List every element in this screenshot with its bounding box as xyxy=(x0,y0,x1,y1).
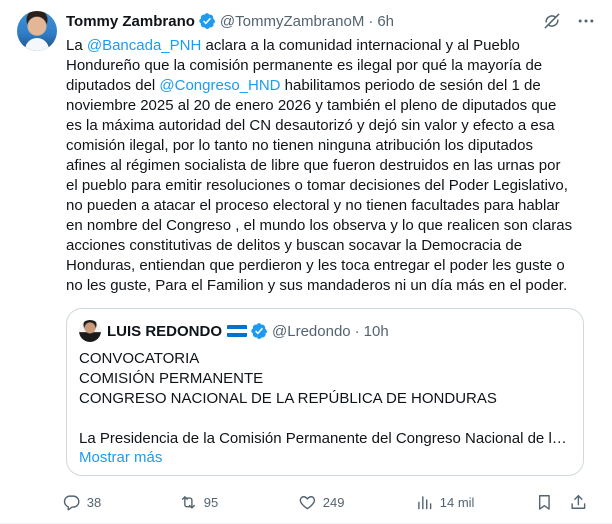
tweet-text-line: Honduras, entiendan que perdieron y les … xyxy=(66,256,600,276)
tweet-text-segment: diputados del xyxy=(66,77,160,94)
tweet-text-segment: el pueblo para emitir resoluciones o tom… xyxy=(66,177,568,194)
verified-badge-icon xyxy=(251,323,268,339)
repost-icon xyxy=(181,495,195,509)
tweet-text-segment: noviembre 2025 al 20 de enero 2026 y tam… xyxy=(66,97,557,114)
mention-link[interactable]: @Bancada_PNH xyxy=(87,37,201,54)
like-count: 249 xyxy=(322,494,345,510)
tweet-text-segment: La xyxy=(66,37,87,54)
tweet-text-segment: habilitamos periodo de sesión del 1 de xyxy=(280,77,541,94)
tweet-text-line: no pueden a atacar el proceso electoral … xyxy=(66,196,600,216)
separator-dot: · xyxy=(354,322,360,340)
heart-icon xyxy=(299,495,316,509)
tweet-text-segment: no les guste, Para el Familion y sus man… xyxy=(66,277,568,294)
quoted-text-line: COMISIÓN PERMANENTE xyxy=(79,370,264,387)
quoted-author-avatar xyxy=(79,320,101,342)
tweet-header: Tommy Zambrano @TommyZambranoM · 6h xyxy=(66,11,394,31)
tweet-text-segment: en nombre del Congreso , el mundo los ob… xyxy=(66,217,573,234)
tweet-text-line: noviembre 2025 al 20 de enero 2026 y tam… xyxy=(66,96,600,116)
tweet-text-segment: afines al régimen socialista de libre qu… xyxy=(66,157,561,174)
tweet-text: La @Bancada_PNH aclara a la comunidad in… xyxy=(66,36,600,296)
show-more-link[interactable]: Mostrar más xyxy=(79,449,162,466)
like-button[interactable]: 249 xyxy=(298,489,344,515)
tweet-text-line: La @Bancada_PNH aclara a la comunidad in… xyxy=(66,36,600,56)
honduras-flag-icon xyxy=(227,325,248,337)
repost-count: 95 xyxy=(203,494,219,510)
author-avatar[interactable] xyxy=(17,11,57,51)
tweet-text-segment: acciones constitutivas de delitos y busc… xyxy=(66,237,523,254)
reply-count: 38 xyxy=(86,494,102,510)
quoted-text-line: La Presidencia de la Comisión Permanente… xyxy=(79,430,567,447)
quoted-author-name: LUIS REDONDO xyxy=(107,322,223,340)
repost-button[interactable]: 95 xyxy=(179,489,218,515)
tweet-text-line: no les guste, Para el Familion y sus man… xyxy=(66,276,600,296)
views-button[interactable]: 14 mil xyxy=(415,489,474,515)
share-icon xyxy=(571,494,586,509)
views-chart-icon xyxy=(418,495,432,509)
verified-badge-icon xyxy=(199,13,216,29)
quoted-text-blank-line xyxy=(79,409,575,429)
quoted-tweet-text: CONVOCATORIA COMISIÓN PERMANENTE CONGRES… xyxy=(79,349,575,449)
tweet-text-segment: aclara a la comunidad internacional y al… xyxy=(201,37,520,54)
tweet-top-actions xyxy=(542,11,596,31)
tweet-text-segment: es la máxima autoridad del CN desautoriz… xyxy=(66,117,555,134)
quoted-tweet-header: LUIS REDONDO @Lredondo · 10h xyxy=(79,320,389,342)
tweet-text-line: es la máxima autoridad del CN desautoriz… xyxy=(66,116,600,136)
grok-icon[interactable] xyxy=(542,11,562,31)
author-handle[interactable]: @TommyZambranoM xyxy=(220,13,364,30)
tweet-text-segment: Hondureño que la comisión permanente es … xyxy=(66,57,543,74)
bookmark-icon xyxy=(538,494,550,510)
tweet-text-line: el pueblo para emitir resoluciones o tom… xyxy=(66,176,600,196)
quoted-tweet[interactable]: LUIS REDONDO @Lredondo · 10h CONVOCATORI… xyxy=(66,308,584,476)
views-count: 14 mil xyxy=(439,494,475,510)
tweet-text-line: en nombre del Congreso , el mundo los ob… xyxy=(66,216,600,236)
mention-link[interactable]: @Congreso_HND xyxy=(159,77,280,94)
more-icon[interactable] xyxy=(576,11,596,31)
tweet-text-line: acciones constitutivas de delitos y busc… xyxy=(66,236,600,256)
separator-dot: · xyxy=(368,12,374,30)
tweet-text-line: comisión ilegal, por lo tanto no tienen … xyxy=(66,136,600,156)
share-button[interactable] xyxy=(569,489,588,515)
reply-button[interactable]: 38 xyxy=(62,489,101,515)
quoted-text-line: CONVOCATORIA xyxy=(79,350,200,367)
tweet-text-segment: no pueden a atacar el proceso electoral … xyxy=(66,197,560,214)
tweet-text-segment: comisión ilegal, por lo tanto no tienen … xyxy=(66,137,533,154)
quoted-text-line: CONGRESO NACIONAL DE LA REPÚBLICA DE HON… xyxy=(79,390,497,407)
tweet-actions-bar: 38 95 249 14 mil xyxy=(62,489,596,515)
tweet-text-line: Hondureño que la comisión permanente es … xyxy=(66,56,600,76)
tweet-text-line: afines al régimen socialista de libre qu… xyxy=(66,156,600,176)
quoted-tweet-timestamp: 10h xyxy=(363,322,389,340)
tweet[interactable]: Tommy Zambrano @TommyZambranoM · 6h La @… xyxy=(0,0,612,524)
reply-icon xyxy=(63,495,80,511)
tweet-text-segment: Honduras, entiendan que perdieron y les … xyxy=(66,257,565,274)
bookmark-button[interactable] xyxy=(535,489,554,515)
author-name[interactable]: Tommy Zambrano xyxy=(66,13,195,30)
quoted-author-handle: @Lredondo xyxy=(272,322,351,340)
tweet-text-line: diputados del @Congreso_HND habilitamos … xyxy=(66,76,600,96)
tweet-timestamp[interactable]: 6h xyxy=(377,13,394,30)
